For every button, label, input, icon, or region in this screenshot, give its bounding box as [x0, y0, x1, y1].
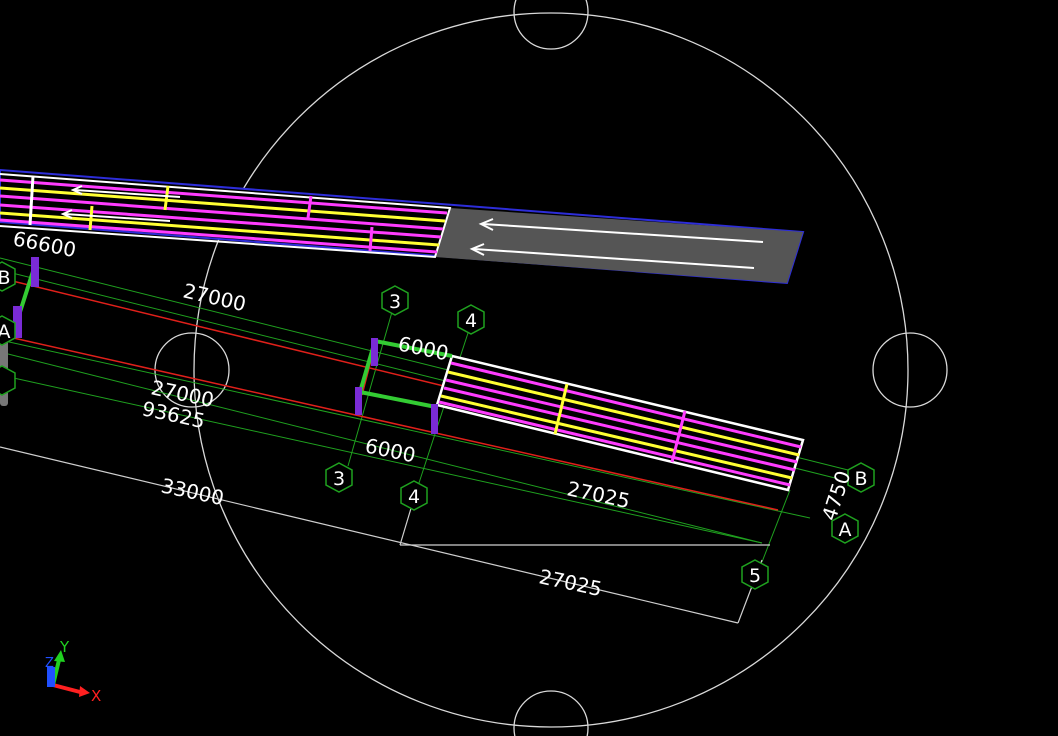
grid-bubble-label: B: [0, 267, 11, 289]
dim-33000: 33000: [159, 473, 226, 510]
grid-bubble-left-a[interactable]: A: [0, 315, 16, 346]
3d-model-viewport[interactable]: 3 4 3 4 B A 5 B A 66600 27000 6000 27000…: [0, 0, 1058, 736]
reference-circle-top: [513, 0, 589, 50]
y-axis-label: Y: [59, 638, 70, 656]
dim-6000-top: 6000: [396, 331, 451, 365]
grid-bubble-label: 4: [408, 486, 420, 508]
x-axis-arrowhead-icon: [79, 686, 90, 697]
grid-lines: [0, 257, 849, 563]
column-4a: [431, 404, 438, 434]
dim-27025-bottom: 27025: [537, 564, 604, 601]
dimension-lines: [0, 446, 770, 624]
dim-4750: 4750: [817, 468, 856, 524]
reference-circles: [154, 0, 948, 736]
dim-27025-mid: 27025: [565, 476, 632, 513]
upper-road[interactable]: [0, 168, 805, 285]
lower-deck-outline: [435, 354, 805, 492]
grid-bubble-top-3[interactable]: 3: [381, 285, 409, 316]
reference-circle-large: [193, 12, 909, 728]
dim-6000-bottom: 6000: [363, 433, 418, 467]
dim-line-bottom: [0, 446, 739, 624]
x-axis-label: X: [91, 687, 101, 705]
axis-triad[interactable]: X Y Z: [45, 638, 101, 705]
x-axis-arrow: [52, 683, 81, 694]
grid-bubble-left-partial[interactable]: [0, 365, 16, 396]
reference-circle-bottom: [513, 690, 589, 736]
grid-bubble-bottom-5[interactable]: 5: [741, 559, 769, 590]
grid-bubble-bottom-3[interactable]: 3: [325, 462, 353, 493]
grid-bubble-label: A: [839, 519, 852, 541]
column-left-b: [31, 257, 39, 287]
dim-27000-top: 27000: [181, 278, 248, 316]
green-members: [18, 261, 453, 409]
grid-line-5: [761, 489, 791, 563]
grid-bubble-label: A: [0, 321, 11, 343]
lower-deck[interactable]: [435, 354, 805, 492]
grid-bubble-top-4[interactable]: 4: [457, 304, 485, 335]
column-3b: [371, 338, 378, 366]
columns: [13, 257, 438, 434]
model-canvas[interactable]: 3 4 3 4 B A 5 B A 66600 27000 6000 27000…: [0, 0, 1058, 736]
z-axis-label: Z: [45, 656, 54, 671]
grid-bubble-label: 4: [465, 310, 477, 332]
grid-bubble-bottom-4[interactable]: 4: [400, 480, 428, 511]
frame-members[interactable]: [0, 257, 453, 434]
grid-bubble-label: 5: [749, 565, 761, 587]
dim-extension-4: [399, 504, 413, 546]
column-3a: [355, 387, 362, 415]
reference-circle-right: [872, 332, 948, 408]
grid-bubble-label: B: [854, 468, 867, 490]
grid-bubble-left-b[interactable]: B: [0, 261, 16, 292]
grid-bubble-label: 3: [333, 468, 345, 490]
grid-bubble-label: 3: [389, 291, 401, 313]
